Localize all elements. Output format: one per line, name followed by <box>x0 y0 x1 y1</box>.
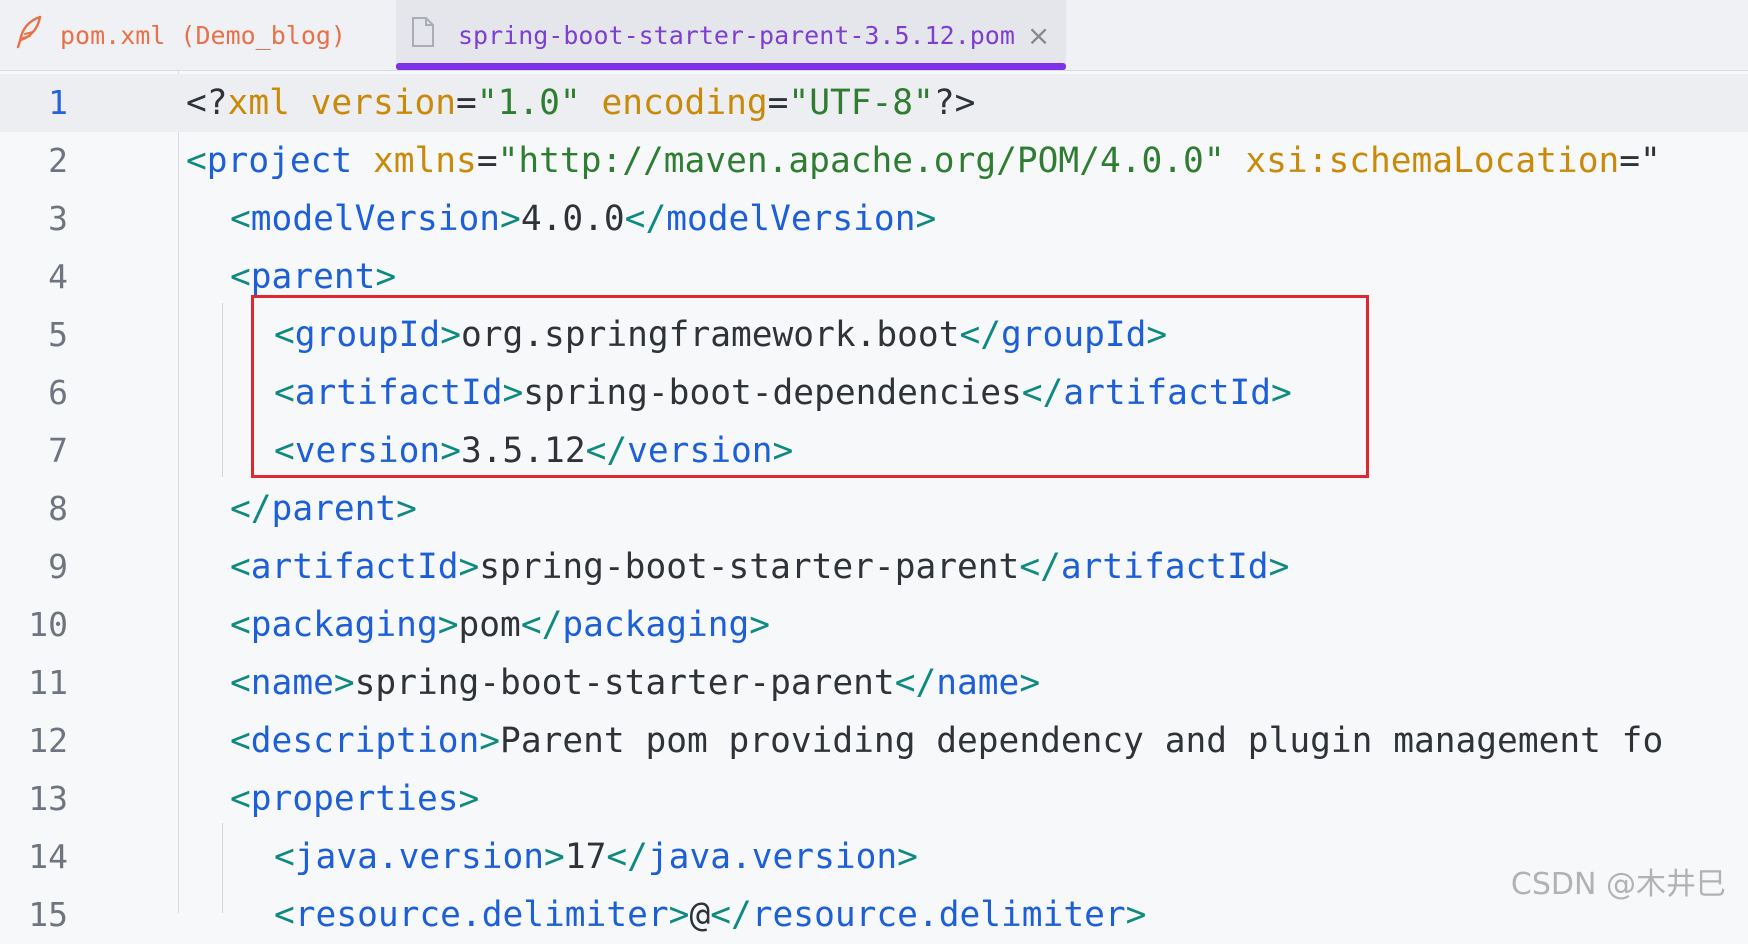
line-number: 10 <box>28 605 68 644</box>
line-number: 2 <box>48 141 68 180</box>
code-line-14[interactable]: 14 <java.version>17</java.version> <box>0 828 1748 886</box>
line-number: 13 <box>28 779 68 818</box>
line-number: 5 <box>48 315 68 354</box>
file-icon <box>410 16 436 54</box>
code-line-8[interactable]: 8 </parent> <box>0 480 1748 538</box>
line-number: 15 <box>28 895 68 934</box>
code-line-11[interactable]: 11 <name>spring-boot-starter-parent</nam… <box>0 654 1748 712</box>
line-number: 8 <box>48 489 68 528</box>
code-text: <java.version>17</java.version> <box>274 837 918 877</box>
tab-label: pom.xml (Demo_blog) <box>60 20 346 50</box>
code-line-9[interactable]: 9 <artifactId>spring-boot-starter-parent… <box>0 538 1748 596</box>
tab-label: spring-boot-starter-parent-3.5.12.pom <box>458 20 1015 50</box>
code-line-10[interactable]: 10 <packaging>pom</packaging> <box>0 596 1748 654</box>
code-editor[interactable]: 1 <?xml version="1.0" encoding="UTF-8"?>… <box>0 71 1748 935</box>
line-number: 3 <box>48 199 68 238</box>
code-text: <packaging>pom</packaging> <box>230 605 771 645</box>
code-text: <artifactId>spring-boot-starter-parent</… <box>230 547 1290 587</box>
code-text: <description>Parent pom providing depend… <box>230 721 1664 761</box>
code-text: <modelVersion>4.0.0</modelVersion> <box>230 199 937 239</box>
line-number: 9 <box>48 547 68 586</box>
code-line-12[interactable]: 12 <description>Parent pom providing dep… <box>0 712 1748 770</box>
close-icon[interactable]: × <box>1027 19 1050 52</box>
line-number: 14 <box>28 837 68 876</box>
line-number: 1 <box>48 83 68 122</box>
code-text: <project xmlns="http://maven.apache.org/… <box>186 141 1661 181</box>
highlight-annotation-box <box>251 295 1369 478</box>
code-text: </parent> <box>230 489 417 529</box>
line-number: 11 <box>28 663 68 702</box>
watermark: CSDN @木井巳 <box>1510 867 1726 902</box>
code-line-15[interactable]: 15 <resource.delimiter>@</resource.delim… <box>0 886 1748 944</box>
code-text: <name>spring-boot-starter-parent</name> <box>230 663 1041 703</box>
code-line-3[interactable]: 3 <modelVersion>4.0.0</modelVersion> <box>0 190 1748 248</box>
active-tab-indicator <box>396 63 1066 70</box>
code-text: <resource.delimiter>@</resource.delimite… <box>274 895 1147 935</box>
code-text: <properties> <box>230 779 480 819</box>
line-number: 4 <box>48 257 68 296</box>
line-number: 12 <box>28 721 68 760</box>
line-number: 7 <box>48 431 68 470</box>
code-line-13[interactable]: 13 <properties> <box>0 770 1748 828</box>
code-line-2[interactable]: 2 <project xmlns="http://maven.apache.or… <box>0 132 1748 190</box>
code-text: <?xml version="1.0" encoding="UTF-8"?> <box>186 83 976 123</box>
editor-tab-bar: pom.xml (Demo_blog) spring-boot-starter-… <box>0 0 1748 71</box>
code-line-1[interactable]: 1 <?xml version="1.0" encoding="UTF-8"?> <box>0 74 1748 132</box>
feather-icon <box>14 15 44 55</box>
tab-spring-boot-starter-parent-pom[interactable]: spring-boot-starter-parent-3.5.12.pom × <box>396 0 1066 70</box>
tab-pom-xml-demo-blog[interactable]: pom.xml (Demo_blog) <box>0 0 395 70</box>
line-number: 6 <box>48 373 68 412</box>
